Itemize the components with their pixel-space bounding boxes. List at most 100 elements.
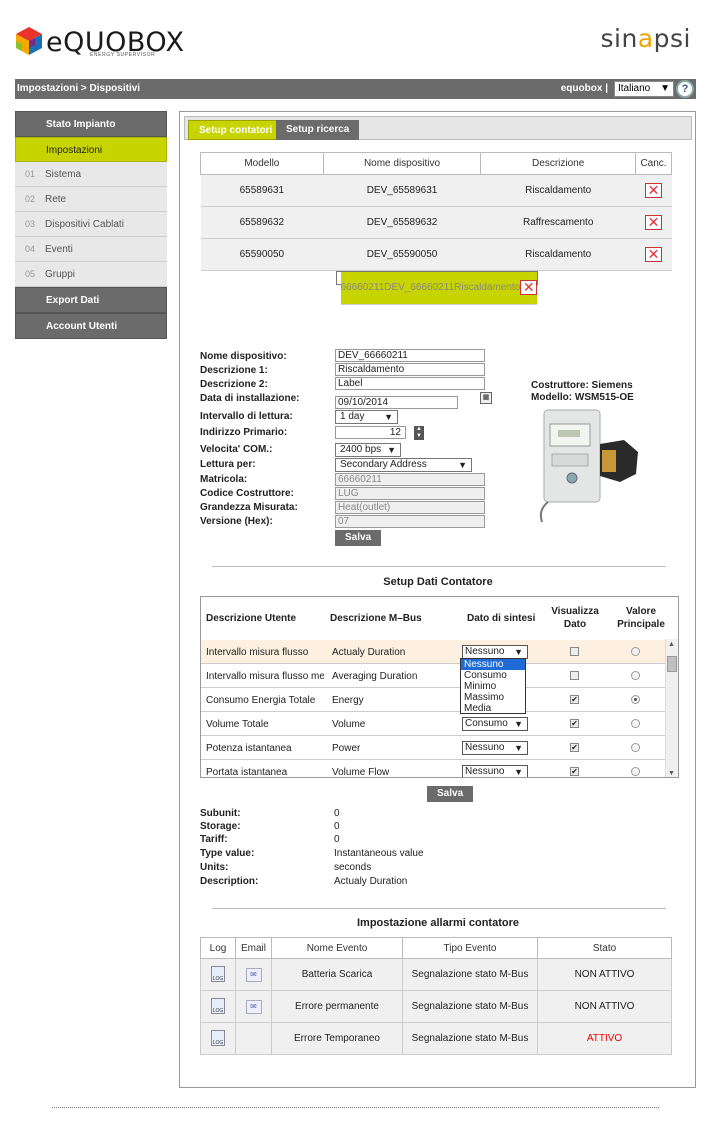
table-row[interactable]: 65590050 DEV_65590050 Riscaldamento ✕ xyxy=(200,238,672,271)
sintesi-select[interactable]: Nessuno ▼ xyxy=(462,741,528,755)
language-select[interactable]: Italiano ▼ xyxy=(614,81,674,97)
alarms-table: Log Email Nome Evento Tipo Evento Stato … xyxy=(200,937,672,1055)
cell-nome-evento: Errore permanente xyxy=(271,990,403,1023)
info-label: Storage: xyxy=(200,821,241,832)
table-row[interactable]: Portata istantanea Volume Flow Nessuno ▼ … xyxy=(201,760,666,778)
delete-icon[interactable]: ✕ xyxy=(645,215,662,230)
dropdown-option[interactable]: Media xyxy=(461,703,525,714)
sidebar-item-gruppi[interactable]: 05 Gruppi xyxy=(15,262,167,287)
info-value: seconds xyxy=(334,862,372,873)
sidebar-item-eventi[interactable]: 04 Eventi xyxy=(15,237,167,262)
column-header: Canc. xyxy=(635,152,672,175)
principale-radio[interactable] xyxy=(631,743,640,752)
scroll-up-icon[interactable]: ▲ xyxy=(668,641,675,648)
codice-costruttore-field: LUG xyxy=(335,487,485,500)
data-installazione-field[interactable]: 09/10/2014 xyxy=(335,396,458,409)
velocita-com-select[interactable]: 2400 bps ▼ xyxy=(335,443,401,457)
log-icon[interactable]: LOG xyxy=(211,998,225,1014)
column-header: Modello xyxy=(200,152,324,175)
sintesi-value: Nessuno xyxy=(465,646,505,657)
sidebar-item-number: 05 xyxy=(25,269,36,279)
info-label: Type value: xyxy=(200,848,255,859)
descrizione-1-field[interactable]: Riscaldamento xyxy=(335,363,485,376)
table-row-selected[interactable]: 66660211 DEV_66660211 Riscaldamento ✕ xyxy=(335,271,539,305)
info-label: Units: xyxy=(200,862,229,873)
table-row: LOG ✉ Errore permanente Segnalazione sta… xyxy=(200,990,672,1023)
save-button[interactable]: Salva xyxy=(335,530,382,546)
sidebar-item-label: Impostazioni xyxy=(46,145,103,156)
sidebar-item-label: Dispositivi Cablati xyxy=(45,219,124,230)
sidebar-item-rete[interactable]: 02 Rete xyxy=(15,187,167,212)
principale-radio[interactable] xyxy=(631,695,640,704)
visualizza-checkbox[interactable] xyxy=(570,671,579,680)
save-dati-button[interactable]: Salva xyxy=(427,786,474,802)
sidebar-item-account-utenti[interactable]: Account Utenti xyxy=(15,313,167,339)
sidebar-item-sistema[interactable]: 01 Sistema xyxy=(15,162,167,187)
visualizza-checkbox[interactable] xyxy=(570,647,579,656)
principale-radio[interactable] xyxy=(631,671,640,680)
principale-radio[interactable] xyxy=(631,647,640,656)
sintesi-select[interactable]: Nessuno ▼ xyxy=(462,765,528,777)
visualizza-checkbox[interactable]: ✔ xyxy=(570,743,579,752)
sidebar-item-label: Eventi xyxy=(45,244,73,255)
sidebar-item-impostazioni[interactable]: Impostazioni xyxy=(15,137,167,162)
scrollbar-thumb[interactable] xyxy=(667,656,677,672)
visualizza-checkbox[interactable]: ✔ xyxy=(570,719,579,728)
delete-icon[interactable]: ✕ xyxy=(520,279,538,295)
cell-stato: NON ATTIVO xyxy=(537,990,672,1023)
dropdown-option[interactable]: Minimo xyxy=(461,681,525,692)
principale-radio[interactable] xyxy=(631,767,640,776)
stepper-icon[interactable]: ▲ ▼ xyxy=(414,426,424,440)
principale-radio[interactable] xyxy=(631,719,640,728)
dropdown-option[interactable]: Consumo xyxy=(461,670,525,681)
cell-modello: 65590050 xyxy=(200,238,324,271)
table-row[interactable]: 65589631 DEV_65589631 Riscaldamento ✕ xyxy=(200,174,672,207)
table-row[interactable]: 65589632 DEV_65589632 Raffrescamento ✕ xyxy=(200,206,672,239)
cell-descrizione: Raffrescamento xyxy=(480,206,636,239)
table-row[interactable]: Potenza istantanea Power Nessuno ▼ ✔ xyxy=(201,736,666,760)
table-row[interactable]: Consumo Energia Totale Energy ✔ xyxy=(201,688,666,712)
sintesi-dropdown-list: Nessuno Consumo Minimo Massimo Media xyxy=(460,658,526,714)
dropdown-option[interactable]: Nessuno xyxy=(461,659,525,670)
visualizza-checkbox[interactable]: ✔ xyxy=(570,767,579,776)
tab-setup-ricerca[interactable]: Setup ricerca xyxy=(276,120,360,140)
sidebar-item-number: 02 xyxy=(25,194,36,204)
log-icon[interactable]: LOG xyxy=(211,966,225,982)
intervallo-lettura-value: 1 day xyxy=(340,411,365,422)
dropdown-option[interactable]: Massimo xyxy=(461,692,525,703)
cell-utente: Portata istantanea xyxy=(206,767,288,778)
email-icon[interactable]: ✉ xyxy=(245,967,262,982)
sidebar-item-dispositivi-cablati[interactable]: 03 Dispositivi Cablati xyxy=(15,212,167,237)
table-row[interactable]: Intervallo misura flusso me Averaging Du… xyxy=(201,664,666,688)
calendar-icon[interactable]: ▦ xyxy=(480,392,492,404)
tab-setup-contatori[interactable]: Setup contatori xyxy=(188,120,284,140)
help-button[interactable]: ? xyxy=(676,80,694,98)
indirizzo-primario-field[interactable]: 12 xyxy=(335,426,406,439)
table-row[interactable]: Intervallo misura flusso Actualy Duratio… xyxy=(201,640,666,664)
vertical-scrollbar[interactable]: ▲ ▼ xyxy=(665,639,678,777)
descrizione-2-field[interactable]: Label xyxy=(335,377,485,390)
chevron-down-icon: ▼ xyxy=(514,743,523,753)
modello-text: Modello: WSM515-OE xyxy=(531,392,634,403)
email-icon[interactable]: ✉ xyxy=(245,999,262,1014)
table-row[interactable]: Volume Totale Volume Consumo ▼ ✔ xyxy=(201,712,666,736)
label-grandezza-misurata: Grandezza Misurata: xyxy=(200,502,298,513)
sidebar-item-export-dati[interactable]: Export Dati xyxy=(15,287,167,313)
delete-icon[interactable]: ✕ xyxy=(645,183,662,198)
sintesi-select[interactable]: Nessuno ▼ xyxy=(462,645,528,659)
intervallo-lettura-select[interactable]: 1 day ▼ xyxy=(335,410,398,424)
sidebar-item-stato-impianto[interactable]: Stato Impianto xyxy=(15,111,167,137)
visualizza-checkbox[interactable]: ✔ xyxy=(570,695,579,704)
log-icon[interactable]: LOG xyxy=(211,1030,225,1046)
cell-mbus: Power xyxy=(332,743,361,754)
sintesi-value: Nessuno xyxy=(465,766,505,777)
lettura-per-select[interactable]: Secondary Address ▼ xyxy=(335,458,472,472)
cell-modello: 66660211 xyxy=(340,272,385,305)
nome-dispositivo-field[interactable]: DEV_66660211 xyxy=(335,349,485,362)
sintesi-select[interactable]: Consumo ▼ xyxy=(462,717,528,731)
alarms-title: Impostazione allarmi contatore xyxy=(357,917,519,929)
delete-icon[interactable]: ✕ xyxy=(645,247,662,262)
sidebar-item-label: Stato Impianto xyxy=(46,119,116,130)
scroll-down-icon[interactable]: ▼ xyxy=(668,770,675,777)
maker-info: Costruttore: Siemens Modello: WSM515-OE xyxy=(531,380,634,404)
